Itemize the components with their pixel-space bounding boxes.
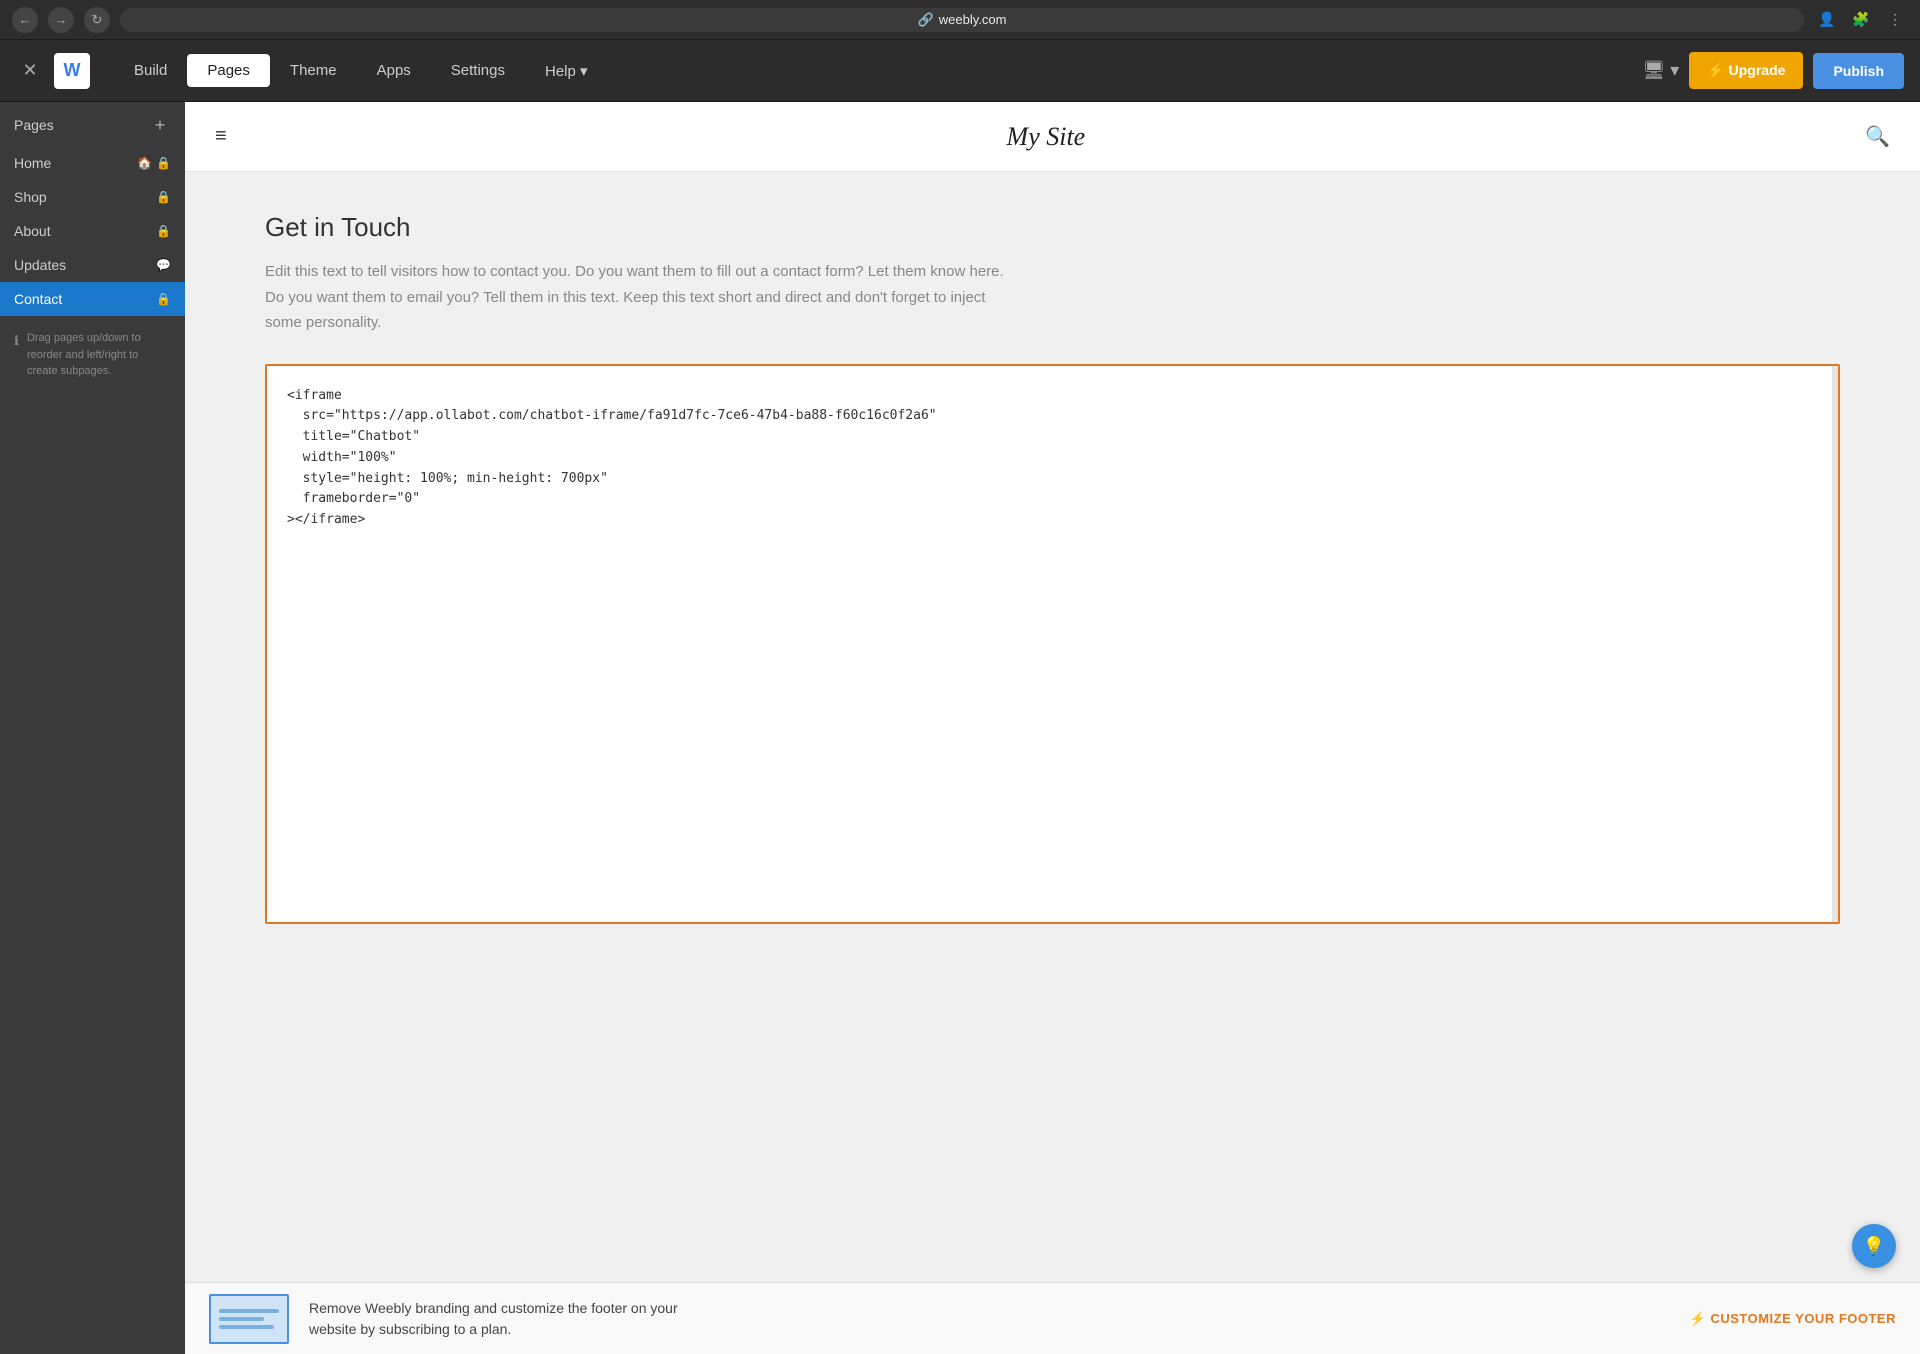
search-icon[interactable]: 🔍 (1865, 124, 1890, 149)
nav-theme[interactable]: Theme (270, 54, 357, 87)
page-description: Edit this text to tell visitors how to c… (265, 259, 1025, 336)
browser-right-icons: 👤 🧩 ⋮ (1814, 7, 1908, 33)
chat-icon-updates: 💬 (156, 258, 171, 272)
link-icon: 🔗 (918, 12, 934, 28)
preview-area: ≡ My Site 🔍 Get in Touch Edit this text … (185, 102, 1920, 1354)
embed-code-block[interactable]: <iframe src="https://app.ollabot.com/cha… (265, 364, 1840, 924)
browser-forward-button[interactable]: → (48, 7, 74, 33)
drag-hint: ℹ Drag pages up/down to reorder and left… (0, 316, 185, 394)
nav-build[interactable]: Build (114, 54, 187, 87)
lock-icon-shop: 🔒 (156, 190, 171, 204)
lock-icon-contact: 🔒 (156, 292, 171, 306)
info-icon: ℹ (14, 331, 19, 351)
device-selector-button[interactable]: 🖥 ▾ (1642, 60, 1679, 81)
site-header: ≡ My Site 🔍 (185, 102, 1920, 172)
customize-footer-button[interactable]: ⚡ CUSTOMIZE YOUR FOOTER (1690, 1311, 1896, 1327)
sidebar-item-updates[interactable]: Updates 💬 (0, 248, 185, 282)
browser-account-button[interactable]: 👤 (1814, 7, 1840, 33)
add-page-button[interactable]: + (149, 114, 171, 136)
nav-help[interactable]: Help ▾ (525, 54, 608, 88)
page-label-shop: Shop (14, 189, 47, 205)
nav-pages[interactable]: Pages (187, 54, 270, 87)
page-content: Get in Touch Edit this text to tell visi… (185, 172, 1920, 1282)
help-fab-button[interactable]: 💡 (1852, 1224, 1896, 1268)
publish-button[interactable]: Publish (1813, 53, 1904, 89)
browser-extensions-button[interactable]: 🧩 (1848, 7, 1874, 33)
footer-banner-image (209, 1294, 289, 1344)
page-heading: Get in Touch (265, 212, 1840, 243)
page-label-about: About (14, 223, 51, 239)
pages-title: Pages (14, 117, 54, 133)
main-layout: Pages + Home 🏠 🔒 Shop 🔒 About (0, 102, 1920, 1354)
sidebar-item-about[interactable]: About 🔒 (0, 214, 185, 248)
nav-apps[interactable]: Apps (357, 54, 431, 87)
browser-refresh-button[interactable]: ↻ (84, 7, 110, 33)
footer-banner-text: Remove Weebly branding and customize the… (309, 1298, 678, 1340)
lock-icon-home: 🔒 (156, 156, 171, 170)
sidebar-item-home[interactable]: Home 🏠 🔒 (0, 146, 185, 180)
lock-icon-about: 🔒 (156, 224, 171, 238)
sidebar: Pages + Home 🏠 🔒 Shop 🔒 About (0, 102, 185, 1354)
toolbar-right: 🖥 ▾ ⚡ Upgrade Publish (1642, 52, 1904, 89)
sidebar-item-contact[interactable]: Contact 🔒 (0, 282, 185, 316)
close-button[interactable]: ✕ (16, 57, 44, 85)
upgrade-button[interactable]: ⚡ Upgrade (1689, 52, 1803, 89)
app-toolbar: ✕ W Build Pages Theme Apps Settings Help… (0, 40, 1920, 102)
weebly-logo: W (54, 53, 90, 89)
browser-menu-button[interactable]: ⋮ (1882, 7, 1908, 33)
sidebar-header: Pages + (0, 102, 185, 146)
browser-bar: ← → ↻ 🔗 weebly.com 👤 🧩 ⋮ (0, 0, 1920, 40)
browser-back-button[interactable]: ← (12, 7, 38, 33)
page-label-home: Home (14, 155, 51, 171)
sidebar-item-shop[interactable]: Shop 🔒 (0, 180, 185, 214)
footer-banner: Remove Weebly branding and customize the… (185, 1282, 1920, 1354)
home-icon: 🏠 (137, 156, 152, 170)
toolbar-nav: Build Pages Theme Apps Settings Help ▾ (114, 54, 1642, 88)
page-label-updates: Updates (14, 257, 66, 273)
page-label-contact: Contact (14, 291, 62, 307)
browser-url-bar: 🔗 weebly.com (120, 8, 1804, 32)
nav-settings[interactable]: Settings (431, 54, 525, 87)
site-title: My Site (1007, 122, 1086, 152)
hamburger-icon[interactable]: ≡ (215, 125, 227, 148)
embed-code-content: <iframe src="https://app.ollabot.com/cha… (287, 386, 1818, 532)
